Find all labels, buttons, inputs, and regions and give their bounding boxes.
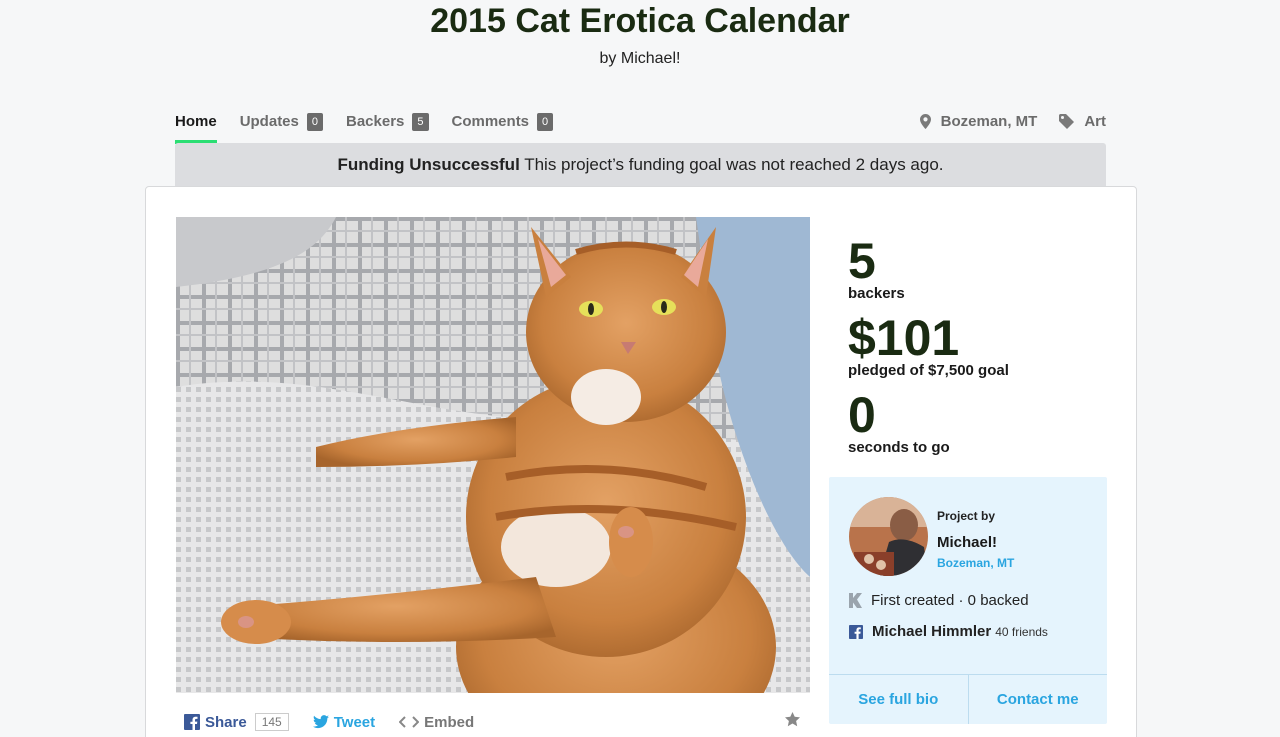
map-pin-icon	[919, 114, 931, 129]
twitter-icon	[312, 715, 329, 729]
tab-backers-label: Backers	[346, 113, 405, 130]
creator-box: Project by Michael! Bozeman, MT First cr…	[829, 477, 1107, 724]
location-label: Bozeman, MT	[940, 113, 1038, 130]
embed-button[interactable]: Embed	[399, 714, 474, 731]
facebook-name: Michael Himmler	[872, 623, 992, 640]
tab-home[interactable]: Home	[175, 108, 217, 144]
embed-label: Embed	[424, 713, 475, 731]
creator-history-text: First created · 0 backed	[871, 592, 1029, 609]
tweet-label: Tweet	[333, 713, 376, 731]
project-card: Share 145 Tweet Embed 5 backers $101 ple…	[145, 186, 1137, 737]
tag-icon	[1059, 114, 1075, 129]
kickstarter-k-icon	[849, 593, 862, 608]
share-label: Share	[205, 713, 247, 731]
category-label: Art	[1084, 113, 1106, 130]
tweet-button[interactable]: Tweet	[312, 713, 376, 731]
tab-updates-label: Updates	[239, 113, 299, 130]
creator-location[interactable]: Bozeman, MT	[937, 556, 1014, 570]
project-nav: Home Updates 0 Backers 5 Comments 0 Boze…	[175, 108, 1106, 144]
funding-status-banner: Funding Unsuccessful This project’s fund…	[175, 143, 1106, 187]
facebook-icon	[849, 624, 863, 639]
backers-count-badge: 5	[412, 112, 429, 131]
time-label: seconds to go	[848, 439, 950, 456]
facebook-share-button[interactable]: Share 145	[184, 713, 289, 731]
nav-meta: Bozeman, MT Art	[898, 108, 1106, 135]
creator-name[interactable]: Michael!	[937, 534, 997, 551]
facebook-icon	[184, 714, 200, 730]
project-byline: by Michael!	[599, 50, 681, 67]
tab-home-label: Home	[175, 113, 217, 130]
pledged-label: pledged of $7,500 goal	[848, 362, 1009, 379]
creator-facebook: Michael Himmler 40 friends	[849, 623, 1048, 640]
contact-me-button[interactable]: Contact me	[969, 675, 1108, 724]
avatar[interactable]	[849, 497, 928, 576]
remind-me-star[interactable]	[785, 712, 800, 732]
share-count: 145	[254, 713, 289, 731]
project-by-label: Project by	[937, 509, 996, 523]
funding-status: Funding Unsuccessful	[337, 155, 520, 174]
project-stats: 5 backers $101 pledged of $7,500 goal 0 …	[848, 233, 1108, 468]
pledged-amount: $101	[848, 310, 960, 366]
updates-count-badge: 0	[306, 112, 323, 131]
tab-backers[interactable]: Backers 5	[346, 108, 429, 135]
location-link[interactable]: Bozeman, MT	[919, 113, 1038, 130]
facebook-friends: 40 friends	[995, 624, 1048, 639]
creator-actions: See full bio Contact me	[829, 674, 1107, 724]
tab-comments[interactable]: Comments 0	[452, 108, 554, 135]
project-image[interactable]	[176, 217, 810, 693]
tab-updates[interactable]: Updates 0	[240, 108, 323, 135]
page-title: 2015 Cat Erotica Calendar	[430, 2, 850, 40]
creator-photo	[849, 497, 928, 576]
creator-history: First created · 0 backed	[849, 592, 1029, 609]
funding-message: This project’s funding goal was not reac…	[524, 155, 944, 174]
embed-code-icon	[399, 716, 420, 728]
star-icon	[785, 712, 800, 727]
category-link[interactable]: Art	[1059, 113, 1106, 130]
comments-count-badge: 0	[537, 112, 554, 131]
see-full-bio-button[interactable]: See full bio	[829, 675, 969, 724]
cat-photo	[176, 217, 810, 693]
share-bar: Share 145 Tweet Embed	[184, 711, 800, 733]
tab-comments-label: Comments	[451, 113, 530, 130]
backers-label: backers	[848, 285, 905, 302]
time-remaining: 0	[848, 387, 876, 443]
backers-count: 5	[848, 233, 876, 289]
